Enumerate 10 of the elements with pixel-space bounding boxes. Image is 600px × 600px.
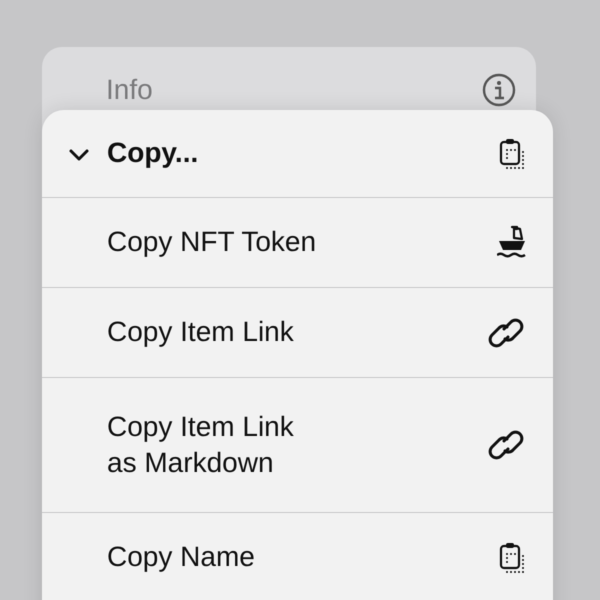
chevron-icon: [68, 148, 90, 162]
info-icon: [482, 73, 516, 107]
menu-item[interactable]: Copy Name: [42, 513, 553, 600]
menu-item[interactable]: Copy NFT Token: [42, 198, 553, 288]
menu-item[interactable]: Copy Item Link as Markdown: [42, 378, 553, 513]
sailboat-icon: [497, 224, 527, 260]
clipboard-icon: [499, 136, 527, 170]
menu-section-header[interactable]: Copy...: [42, 110, 553, 198]
menu-item[interactable]: Copy Item Link: [42, 288, 553, 378]
clipboard-icon: [499, 540, 527, 574]
